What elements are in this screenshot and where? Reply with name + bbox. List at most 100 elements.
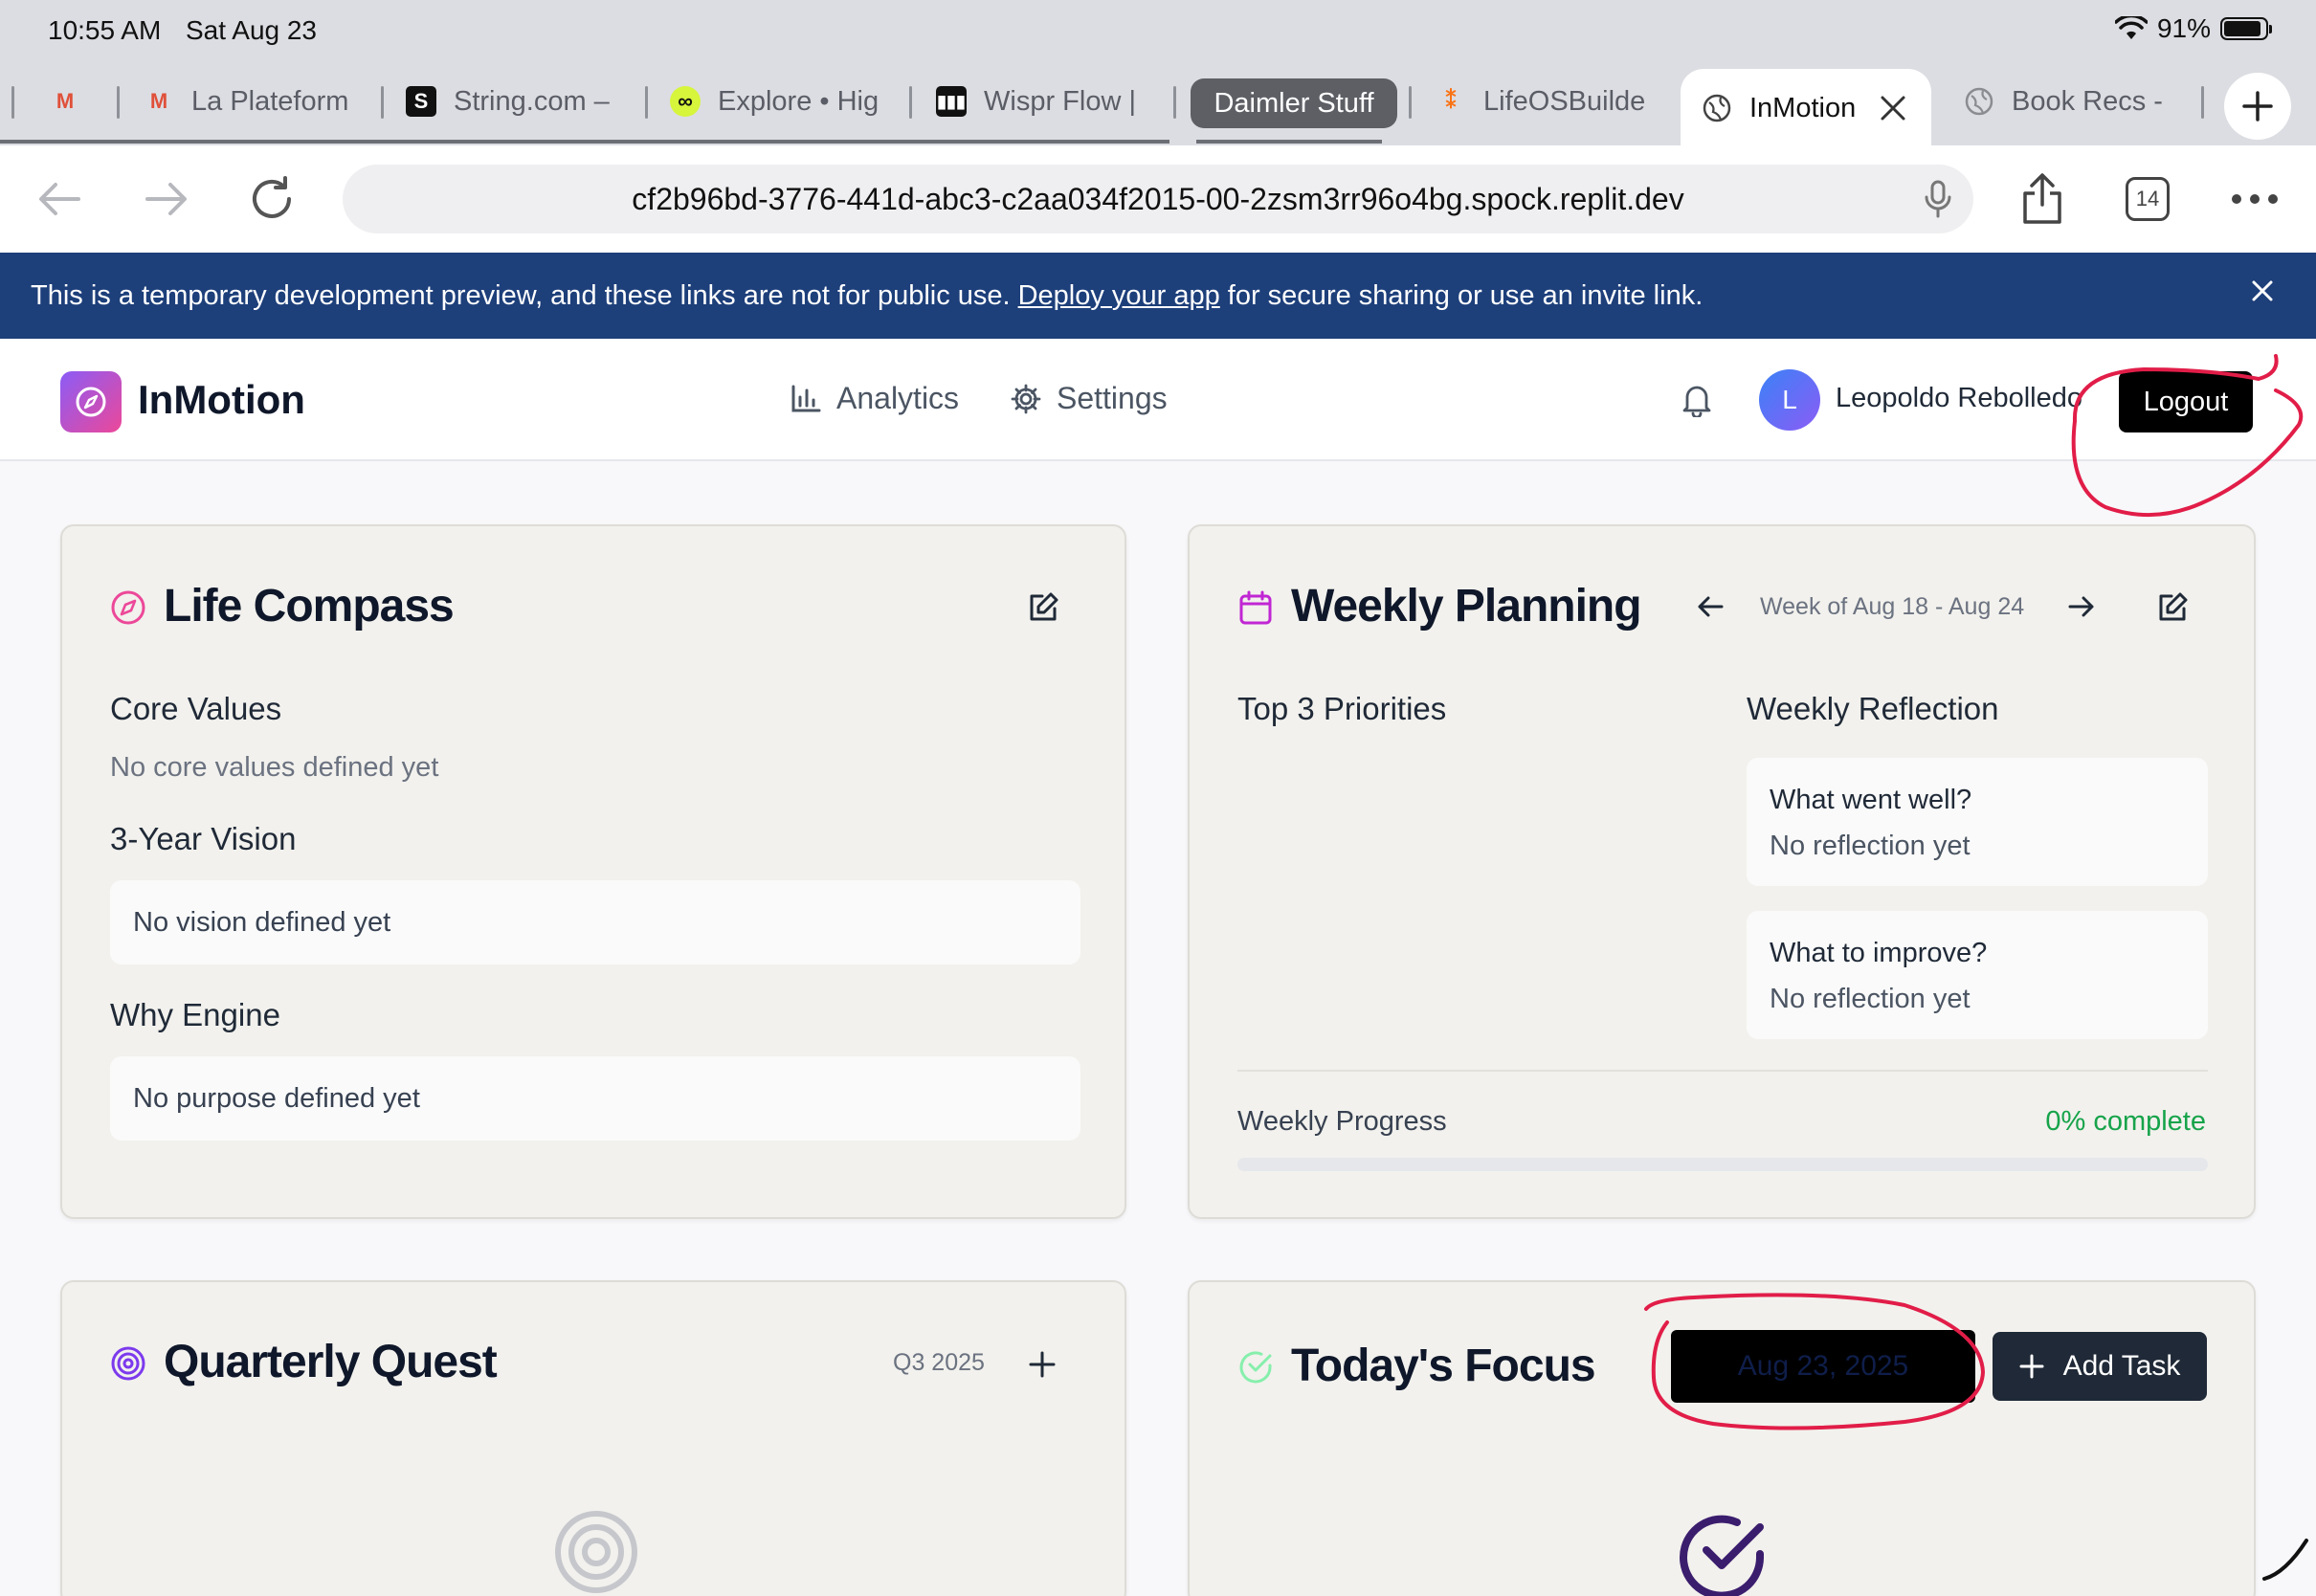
improve-label: What to improve? <box>1770 938 1988 968</box>
app-logo[interactable] <box>60 371 122 432</box>
deploy-link[interactable]: Deploy your app <box>1018 280 1220 312</box>
weekly-planning-card: Weekly Planning Week of Aug 18 - Aug 24 … <box>1188 524 2256 1219</box>
tab-separator <box>2201 86 2204 119</box>
tab-wispr-flow[interactable]: ▮▮▮ Wispr Flow | <box>936 67 1145 136</box>
browser-toolbar: cf2b96bd-3776-441d-abc3-c2aa034f2015-00-… <box>0 145 2316 253</box>
status-time: 10:55 AM <box>48 15 162 45</box>
battery-icon <box>2220 17 2272 40</box>
went-well-label: What went well? <box>1770 785 1972 815</box>
tab-separator <box>645 86 648 119</box>
back-button[interactable] <box>33 172 86 226</box>
status-bar: 10:55 AM Sat Aug 23 91% <box>0 0 2316 59</box>
nav-settings-label: Settings <box>1057 381 1168 415</box>
weekly-progress-label: Weekly Progress <box>1237 1106 1447 1137</box>
tab-string[interactable]: S String.com – <box>406 67 624 136</box>
new-tab-button[interactable] <box>2224 73 2291 140</box>
wifi-icon <box>2114 16 2148 39</box>
reload-button[interactable] <box>245 172 299 226</box>
tab-separator <box>1409 86 1412 119</box>
microphone-icon[interactable] <box>1924 180 1952 218</box>
tab-m-logo[interactable]: M <box>34 67 111 136</box>
tab-label: String.com – <box>454 85 610 117</box>
check-circle-icon <box>1680 1515 1764 1596</box>
why-engine-label: Why Engine <box>110 997 280 1032</box>
logout-button[interactable]: Logout <box>2119 371 2253 432</box>
arrow-right-icon[interactable] <box>2068 595 2095 618</box>
battery-percent: 91% <box>2156 13 2211 43</box>
date-picker-value: Aug 23, 2025 <box>1737 1350 1909 1382</box>
globe-icon <box>1965 87 1993 116</box>
app-name[interactable]: InMotion <box>138 377 305 423</box>
pencil-stroke-annotation <box>2262 1539 2308 1581</box>
tab-label: Explore • Hig <box>718 85 880 117</box>
s-logo-icon: S <box>406 86 436 117</box>
card-title: Weekly Planning <box>1291 581 1642 632</box>
arrow-left-icon[interactable] <box>1697 595 1724 618</box>
tab-overview-button[interactable]: 14 <box>2119 170 2176 228</box>
check-circle-icon <box>1239 1351 1272 1384</box>
vision-field: No vision defined yet <box>110 880 1080 964</box>
add-task-button[interactable]: Add Task <box>1993 1332 2207 1401</box>
tab-group-daimler-stuff[interactable]: Daimler Stuff <box>1191 78 1397 128</box>
todays-focus-card: Today's Focus <box>1188 1280 2256 1596</box>
nav-analytics[interactable]: Analytics <box>791 381 959 416</box>
url-text: cf2b96bd-3776-441d-abc3-c2aa034f2015-00-… <box>632 181 1684 216</box>
went-well-text: No reflection yet <box>1770 831 1971 861</box>
tab-inmotion[interactable]: InMotion <box>1681 69 1931 147</box>
explore-logo-icon: ∞ <box>670 86 701 117</box>
plus-icon[interactable] <box>1029 1351 1056 1378</box>
divider <box>1237 1070 2208 1072</box>
tab-book-recs[interactable]: Book Recs - <box>1964 67 2178 136</box>
improve-box[interactable]: What to improve? No reflection yet <box>1747 911 2208 1039</box>
close-tab-icon[interactable] <box>1879 94 1907 122</box>
banner-text: This is a temporary development preview,… <box>31 279 1011 311</box>
went-well-box[interactable]: What went well? No reflection yet <box>1747 758 2208 886</box>
notifications-button[interactable] <box>1681 383 1713 422</box>
globe-icon <box>1703 94 1731 122</box>
tab-explore[interactable]: ∞ Explore • Hig <box>670 67 888 136</box>
card-title: Today's Focus <box>1291 1341 1596 1391</box>
tab-separator <box>11 86 14 119</box>
edit-icon[interactable] <box>1027 591 1059 624</box>
close-icon[interactable] <box>2249 277 2276 304</box>
address-bar[interactable]: cf2b96bd-3776-441d-abc3-c2aa034f2015-00-… <box>343 165 1973 233</box>
tab-count: 14 <box>2126 177 2170 221</box>
tab-label: LifeOSBuilde <box>1483 85 1646 117</box>
arrow-right-icon <box>145 183 187 215</box>
reflection-label: Weekly Reflection <box>1747 691 1999 726</box>
dev-preview-banner: This is a temporary development preview,… <box>0 253 2316 339</box>
edit-icon[interactable] <box>2156 591 2189 624</box>
tab-separator <box>381 86 384 119</box>
avatar[interactable]: L <box>1759 369 1820 431</box>
date-picker[interactable]: Aug 23, 2025 <box>1671 1330 1975 1403</box>
share-button[interactable] <box>2014 170 2071 228</box>
tab-label: InMotion <box>1749 92 1857 123</box>
card-title: Life Compass <box>164 581 455 632</box>
tab-group-underline <box>0 140 1169 144</box>
wispr-logo-icon: ▮▮▮ <box>936 86 967 117</box>
tab-separator <box>117 86 120 119</box>
forward-button[interactable] <box>140 172 193 226</box>
status-date: Sat Aug 23 <box>186 15 318 45</box>
tab-strip: M M La Plateform S String.com – ∞ Explor… <box>0 59 2316 147</box>
tab-lifeos-builder[interactable]: ⁑ LifeOSBuilde <box>1436 67 1650 136</box>
user-name: Leopoldo Rebolledo <box>1836 383 2082 413</box>
app-header: InMotion Analytics Settings L Leopoldo R… <box>0 339 2316 461</box>
tab-separator <box>1173 86 1176 119</box>
weekly-progress-text: 0% complete <box>2045 1106 2206 1137</box>
tab-la-plateform[interactable]: M La Plateform <box>144 67 358 136</box>
plus-icon <box>2019 1354 2044 1379</box>
more-options-button[interactable] <box>2226 170 2283 228</box>
tab-label: La Plateform <box>191 85 349 117</box>
why-engine-field: No purpose defined yet <box>110 1056 1080 1141</box>
target-icon <box>555 1511 637 1593</box>
bar-chart-icon <box>791 385 821 411</box>
lifeos-logo-icon: ⁑ <box>1445 89 1457 113</box>
m-logo-icon: M <box>56 89 75 113</box>
nav-settings[interactable]: Settings <box>1011 381 1168 416</box>
reload-icon <box>253 176 291 218</box>
quarter-label: Q3 2025 <box>893 1349 985 1376</box>
target-icon <box>111 1346 145 1381</box>
tab-separator <box>909 86 912 119</box>
tab-label: Wispr Flow | <box>984 85 1136 117</box>
